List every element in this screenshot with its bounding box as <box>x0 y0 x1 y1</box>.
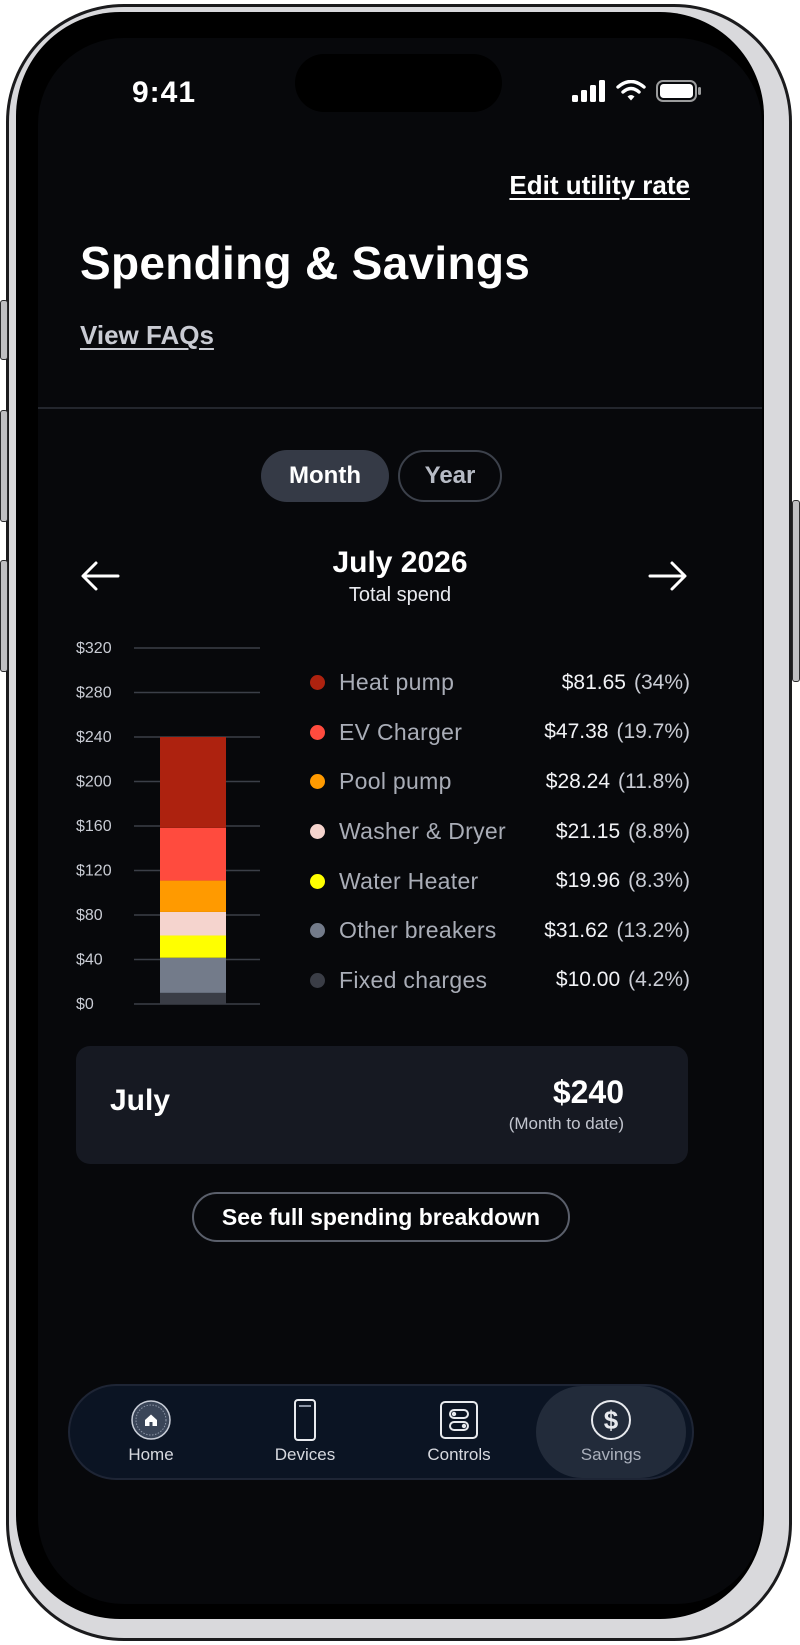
page-title: Spending & Savings <box>80 237 531 289</box>
y-tick-label: $0 <box>76 996 94 1013</box>
legend-dot <box>310 774 325 790</box>
legend-dot <box>310 972 325 988</box>
action-button <box>0 300 8 360</box>
volume-down-button <box>0 560 8 672</box>
nav-item-home[interactable]: Home <box>76 1386 226 1478</box>
header-divider <box>38 407 762 409</box>
app-screen: 9:41 Edit utility rate Spending & Saving… <box>38 38 762 1604</box>
wifi-icon <box>616 80 646 101</box>
legend-value: $31.62 <box>544 918 609 942</box>
legend-percent: (8.3%) <box>628 869 690 893</box>
bar-segment <box>160 935 226 958</box>
legend-value: $10.00 <box>555 968 621 992</box>
summary-month: July <box>110 1084 171 1117</box>
edit-utility-rate-link[interactable]: Edit utility rate <box>509 170 690 201</box>
legend-value: $81.65 <box>561 670 626 694</box>
legend-value: $19.96 <box>555 869 621 893</box>
y-tick-label: $280 <box>76 685 112 702</box>
bar-segment <box>160 992 226 1004</box>
controls-icon <box>440 1401 478 1439</box>
cellular-signal-icon <box>572 80 605 102</box>
dollar-icon: $ <box>591 1400 631 1440</box>
legend-item: Heat pump $81.65 (34%) <box>310 658 690 708</box>
legend-dot <box>310 675 325 691</box>
power-button <box>792 500 800 682</box>
bar-segment <box>160 911 226 936</box>
legend-name: Pool pump <box>339 768 452 795</box>
legend-value: $21.15 <box>555 819 621 843</box>
legend-name: Fixed charges <box>339 966 488 993</box>
legend-item: Fixed charges $10.00 (4.2%) <box>310 956 690 1006</box>
svg-text:$: $ <box>604 1405 619 1435</box>
legend-dot <box>310 824 325 840</box>
legend-name: Water Heater <box>339 867 479 894</box>
y-tick-label: $160 <box>76 818 112 835</box>
y-tick-label: $40 <box>76 952 103 969</box>
view-faqs-link[interactable]: View FAQs <box>80 320 214 351</box>
volume-up-button <box>0 410 8 522</box>
legend-dot <box>310 724 325 740</box>
legend-item: Other breakers $31.62 (13.2%) <box>310 906 690 956</box>
bottom-nav: Home Devices Controls $ Savings <box>68 1384 694 1480</box>
summary-note: (Month to date) <box>508 1114 624 1133</box>
home-icon <box>131 1400 171 1440</box>
chart-legend: Heat pump $81.65 (34%) EV Charger $47.38 (19.… <box>310 658 690 1005</box>
toggle-month[interactable]: Month <box>261 450 389 502</box>
bar-segment <box>160 827 226 881</box>
dynamic-island <box>295 54 502 112</box>
legend-item: EV Charger $47.38 (19.7%) <box>310 708 690 758</box>
devices-icon <box>294 1399 316 1441</box>
battery-icon <box>656 80 701 102</box>
nav-item-controls[interactable]: Controls <box>384 1386 534 1478</box>
legend-item: Washer & Dryer $21.15 (8.8%) <box>310 807 690 857</box>
legend-name: EV Charger <box>339 718 463 745</box>
nav-item-savings[interactable]: $ Savings <box>536 1386 686 1478</box>
y-tick-label: $320 <box>76 640 112 657</box>
nav-label-devices: Devices <box>274 1445 336 1464</box>
legend-percent: (11.8%) <box>618 769 690 793</box>
legend-value: $47.38 <box>544 720 609 744</box>
legend-percent: (8.8%) <box>628 819 690 843</box>
legend-name: Other breakers <box>339 917 497 944</box>
y-tick-label: $80 <box>76 907 103 924</box>
full-breakdown-button[interactable]: See full spending breakdown <box>192 1192 570 1242</box>
legend-percent: (13.2%) <box>616 918 690 942</box>
bar-segment <box>160 880 226 912</box>
bar-segment <box>160 737 226 828</box>
status-time: 9:41 <box>132 76 197 109</box>
legend-item: Pool pump $28.24 (11.8%) <box>310 757 690 807</box>
summary-amount: $240 <box>552 1074 624 1110</box>
toggle-year[interactable]: Year <box>398 450 502 502</box>
y-tick-label: $240 <box>76 729 112 746</box>
bar-segment <box>160 957 226 993</box>
legend-dot <box>310 923 325 939</box>
legend-value: $28.24 <box>545 769 611 793</box>
legend-percent: (4.2%) <box>628 968 690 992</box>
nav-label-home: Home <box>128 1445 174 1464</box>
y-tick-label: $120 <box>76 863 112 880</box>
status-icons <box>572 80 702 102</box>
y-tick-label: $200 <box>76 774 112 791</box>
month-summary-card: July $240 (Month to date) <box>76 1046 688 1164</box>
nav-label-savings: Savings <box>580 1445 642 1464</box>
legend-item: Water Heater $19.96 (8.3%) <box>310 856 690 906</box>
legend-percent: (19.7%) <box>616 720 690 744</box>
next-period-arrow-icon[interactable] <box>646 558 690 594</box>
legend-dot <box>310 873 325 889</box>
spending-stacked-bar-chart: $0 $40 $80 $120 $160 $200 $240 $280 $320 <box>76 640 260 1013</box>
legend-name: Heat pump <box>339 669 455 696</box>
nav-item-devices[interactable]: Devices <box>230 1386 380 1478</box>
nav-label-controls: Controls <box>427 1445 491 1464</box>
legend-percent: (34%) <box>633 670 690 694</box>
legend-name: Washer & Dryer <box>339 818 506 845</box>
